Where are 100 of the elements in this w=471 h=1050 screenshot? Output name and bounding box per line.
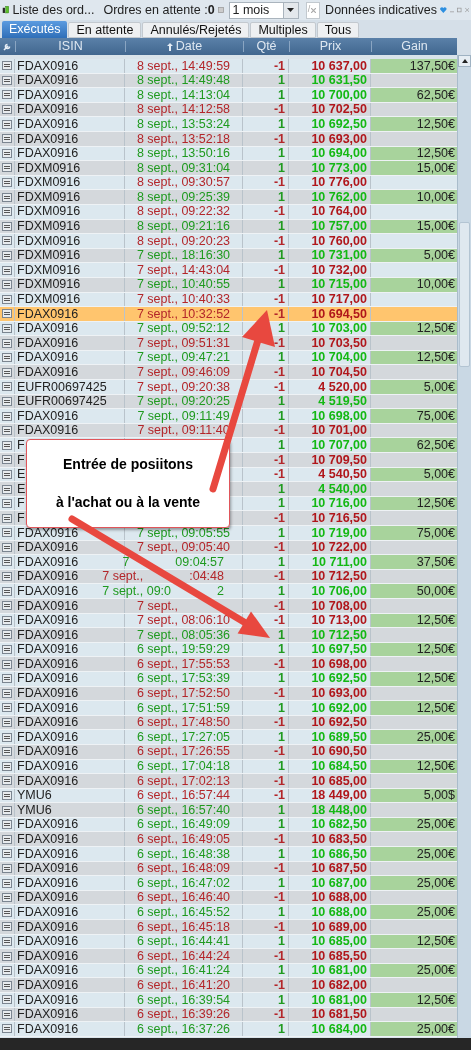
- table-cell: 12,50€: [371, 117, 457, 131]
- table-cell: FDAX0916: [17, 978, 79, 992]
- table-cell: 1: [278, 74, 285, 87]
- table-cell: 8 sept., 14:12:58: [136, 103, 231, 116]
- table-cell: 7 sept., 09:05:55: [136, 526, 231, 540]
- table-cell: 62,50€: [371, 88, 457, 102]
- table-cell: 10 692,50: [311, 117, 367, 131]
- table-cell: FDAX0916: [17, 774, 79, 788]
- table-cell: 09:04:57: [175, 555, 224, 569]
- table-cell: -1: [273, 774, 285, 788]
- table-cell: 7 sept., 09:51:31: [136, 336, 231, 350]
- table-cell: 7 sept., 10:40:33: [136, 293, 231, 306]
- table-cell: 10 688,00: [311, 906, 367, 919]
- table-cell: 75,00€: [371, 409, 457, 423]
- table-cell: 6 sept., 16:39:26: [136, 1008, 231, 1021]
- table-cell: 6 sept., 16:47:02: [136, 876, 231, 890]
- table-cell: 10 681,00: [311, 964, 367, 977]
- table-cell: -1: [273, 205, 285, 218]
- table-cell: -1: [273, 1008, 285, 1021]
- table-cell: 1: [278, 117, 285, 131]
- table-cell: FDAX0916: [17, 964, 79, 977]
- table-cell: -1: [273, 978, 285, 992]
- callout-text: à l'achat ou à la vente: [55, 492, 201, 512]
- table-cell: 1: [278, 906, 285, 919]
- table-cell: FDAX0916: [17, 584, 79, 598]
- table-cell: 10 716,00: [311, 497, 367, 510]
- table-cell: FDAX0916: [17, 833, 79, 846]
- table-cell: 6 sept., 16:49:05: [136, 833, 231, 846]
- table-cell: FDXM0916: [17, 176, 81, 189]
- table-cell: 7 sept., 10:40:55: [136, 278, 231, 291]
- table-cell: 10 700,00: [311, 88, 367, 102]
- table-cell: 1: [278, 497, 285, 510]
- table-cell: 6 sept., 17:52:50: [136, 687, 231, 700]
- table-cell: 7 sept., 09:20:25: [136, 395, 231, 408]
- table-cell: 6 sept., 17:53:39: [136, 672, 231, 685]
- table-cell: 10 631,50: [311, 74, 367, 87]
- table-cell: 10 694,00: [311, 147, 367, 160]
- table-cell: 1: [278, 526, 285, 540]
- table-cell: EUFR00697425: [17, 395, 107, 408]
- table-cell: 10 637,00: [311, 59, 367, 73]
- table-cell: 10 709,50: [311, 453, 367, 467]
- table-cell: 10 704,00: [311, 351, 367, 364]
- table-cell: 2: [217, 584, 224, 598]
- table-cell: 8 sept., 09:30:57: [136, 176, 231, 189]
- table-cell: 10 693,00: [311, 687, 367, 700]
- table-cell: 6 sept., 16:44:41: [136, 935, 231, 948]
- table-cell: 6 sept., 16:45:18: [136, 920, 231, 934]
- table-cell: 4 520,00: [318, 380, 367, 394]
- table-cell: 7 sept., 09:46:09: [136, 366, 231, 379]
- table-cell: 10 703,00: [311, 322, 367, 335]
- table-cell: 4 540,50: [318, 468, 367, 481]
- table-cell: -1: [273, 307, 285, 321]
- table-cell: -1: [273, 789, 285, 802]
- table-cell: 10 698,00: [311, 409, 367, 423]
- table-cell: 15,00€: [371, 161, 457, 175]
- table-cell: FDAX0916: [17, 424, 79, 437]
- table-cell: 1: [278, 876, 285, 890]
- table-cell: 1: [278, 993, 285, 1007]
- table-cell: FDAX0916: [17, 657, 79, 671]
- table-cell: FDXM0916: [17, 190, 81, 204]
- indicative-data-label: Données indicatives: [325, 1, 437, 19]
- table-cell: 6 sept., 16:44:24: [136, 949, 231, 963]
- table-cell: 1: [278, 555, 285, 569]
- table-cell: -1: [273, 716, 285, 729]
- table-cell: 10 685,00: [311, 935, 367, 948]
- pending-orders-count: Ordres en attente :0: [103, 1, 215, 19]
- table-cell: FDAX0916: [17, 949, 79, 963]
- table-cell: FDAX0916: [17, 336, 79, 350]
- table-cell: 10 697,50: [311, 643, 367, 656]
- table-cell: 1: [278, 161, 285, 175]
- table-cell: FDAX0916: [17, 687, 79, 700]
- table-cell: -1: [273, 614, 285, 627]
- table-cell: FDAX0916: [17, 716, 79, 729]
- table-cell: 7 sept., 09:11:49: [137, 409, 230, 423]
- table-cell: 1: [278, 818, 285, 831]
- table-cell: -1: [273, 424, 285, 437]
- table-cell: 8 sept., 09:31:04: [136, 161, 231, 175]
- table-cell: 6 sept., 16:48:09: [136, 862, 231, 875]
- table-cell: 1: [278, 482, 285, 496]
- table-cell: 6 sept., 16:41:20: [136, 978, 231, 992]
- table-cell: 7 sept., 08:05:36: [136, 628, 231, 642]
- table-cell: 10 712,50: [311, 628, 367, 642]
- table-cell: -1: [273, 862, 285, 875]
- table-cell: FDAX0916: [17, 366, 79, 379]
- table-cell: 10 731,00: [311, 249, 367, 262]
- table-cell: 8 sept., 14:49:48: [136, 74, 231, 87]
- table-cell: 10 711,00: [312, 555, 367, 569]
- table-cell: 10 687,00: [311, 876, 367, 890]
- table-cell: FDAX0916: [17, 351, 79, 364]
- table-cell: 7 sept., 09:20:38: [136, 380, 231, 394]
- table-cell: 7 sept., 14:43:04: [136, 263, 231, 277]
- table-cell: 25,00€: [371, 905, 457, 920]
- table-cell: 10 681,50: [311, 1008, 367, 1021]
- table-cell: 7 sept., 09:52:12: [136, 322, 231, 335]
- table-cell: 25,00€: [371, 1022, 457, 1036]
- table-cell: 6 sept., 17:48:50: [136, 716, 231, 729]
- table-cell: 8 sept., 13:50:16: [136, 147, 231, 160]
- table-cell: 10 760,00: [311, 234, 367, 248]
- table-cell: FDAX0916: [17, 672, 79, 685]
- table-cell: 6 sept., 17:27:05: [136, 730, 231, 744]
